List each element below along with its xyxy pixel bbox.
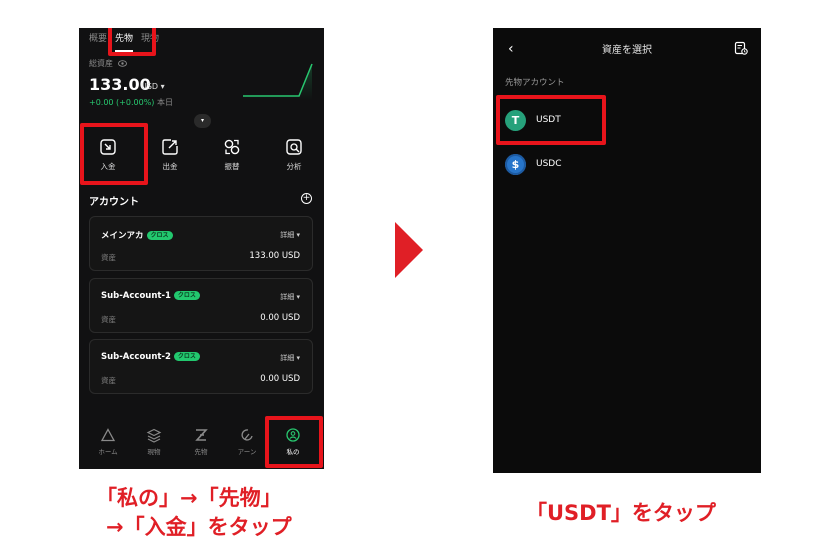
account-asset-value: 133.00 USD (249, 251, 300, 261)
futures-icon (195, 429, 208, 441)
account-asset-label: 資産 (101, 253, 116, 262)
withdraw-button[interactable]: 出金 (148, 138, 192, 172)
top-tabs: 概要 先物 現物 (89, 32, 159, 52)
next-step-arrow-icon (395, 222, 423, 278)
home-icon (100, 428, 116, 442)
account-asset-value: 0.00 USD (260, 374, 300, 384)
instruction-caption-left-1: 「私の」→「先物」 (96, 486, 282, 510)
expand-chevron-icon[interactable]: ▾ (194, 114, 211, 128)
nav-futures[interactable]: 先物 (181, 427, 221, 456)
account-card-main[interactable]: メインアカ クロス 詳細 ▾ 資産 133.00 USD (89, 216, 313, 271)
tab-overview[interactable]: 概要 (89, 32, 107, 50)
analysis-button[interactable]: 分析 (272, 138, 316, 172)
usdc-logo-icon: $ (505, 153, 526, 175)
nav-earn[interactable]: アーン (227, 427, 267, 456)
account-name: Sub-Account-1 (101, 291, 171, 301)
balance-unit-selector[interactable]: USD ▾ (141, 82, 165, 91)
nav-label: アーン (237, 448, 257, 456)
nav-label: 私の (286, 448, 300, 456)
asset-row-usdt[interactable]: T USDT (505, 109, 561, 131)
futures-screen: 概要 先物 現物 総資産 133.00 USD ▾ +0.00 (+0.00%)… (79, 28, 324, 469)
asset-name: USDC (536, 159, 562, 169)
cross-badge: クロス (173, 291, 200, 300)
nav-label: 現物 (147, 448, 161, 456)
account-name: メインアカ (101, 231, 144, 241)
analysis-icon (286, 139, 302, 155)
eye-icon[interactable] (117, 60, 127, 67)
usdt-logo-icon: T (505, 109, 526, 131)
cross-badge: クロス (173, 352, 200, 361)
account-asset-value: 0.00 USD (260, 313, 300, 323)
layers-icon (146, 428, 162, 443)
futures-account-section-title: 先物アカウント (505, 78, 565, 88)
nav-label: ホーム (98, 448, 118, 456)
asset-row-usdc[interactable]: $ USDC (505, 153, 562, 175)
accounts-section-title: アカウント (89, 197, 139, 208)
account-card-sub-1[interactable]: Sub-Account-1 クロス 詳細 ▾ 資産 0.00 USD (89, 278, 313, 333)
daily-pnl: +0.00 (+0.00%) 本日 (89, 98, 173, 107)
account-name: Sub-Account-2 (101, 352, 171, 362)
instruction-caption-left-2: →「入金」をタップ (106, 515, 292, 539)
page-title: 資産を選択 (602, 45, 652, 56)
withdraw-icon (162, 139, 178, 155)
account-detail-toggle[interactable]: 詳細 ▾ (280, 230, 300, 240)
nav-home[interactable]: ホーム (88, 427, 128, 456)
account-detail-toggle[interactable]: 詳細 ▾ (280, 292, 300, 302)
instruction-caption-right: 「USDT」をタップ (526, 501, 716, 525)
history-icon[interactable] (734, 41, 748, 55)
withdraw-label: 出金 (162, 162, 178, 171)
deposit-button[interactable]: 入金 (86, 138, 130, 172)
deposit-icon (100, 139, 116, 155)
account-card-sub-2[interactable]: Sub-Account-2 クロス 詳細 ▾ 資産 0.00 USD (89, 339, 313, 394)
deposit-label: 入金 (100, 162, 116, 171)
earn-icon (241, 429, 253, 441)
transfer-button[interactable]: 振替 (210, 138, 254, 172)
account-asset-label: 資産 (101, 376, 116, 385)
cross-badge: クロス (146, 231, 173, 240)
profile-icon (286, 428, 300, 442)
balance-label: 総資産 (89, 58, 127, 69)
transfer-label: 振替 (224, 162, 240, 171)
asset-name: USDT (536, 115, 561, 125)
nav-label: 先物 (194, 448, 208, 456)
account-detail-toggle[interactable]: 詳細 ▾ (280, 353, 300, 363)
balance-sparkline (243, 63, 313, 100)
transfer-icon (224, 139, 240, 155)
account-asset-label: 資産 (101, 315, 116, 324)
select-asset-screen: ‹ 資産を選択 先物アカウント T USDT $ USDC (493, 28, 761, 473)
analysis-label: 分析 (286, 162, 302, 171)
nav-spot[interactable]: 現物 (134, 427, 174, 456)
tab-spot[interactable]: 現物 (141, 32, 159, 50)
nav-profile[interactable]: 私の (273, 427, 313, 456)
tab-futures[interactable]: 先物 (115, 32, 134, 52)
add-account-icon[interactable]: + (301, 193, 312, 204)
